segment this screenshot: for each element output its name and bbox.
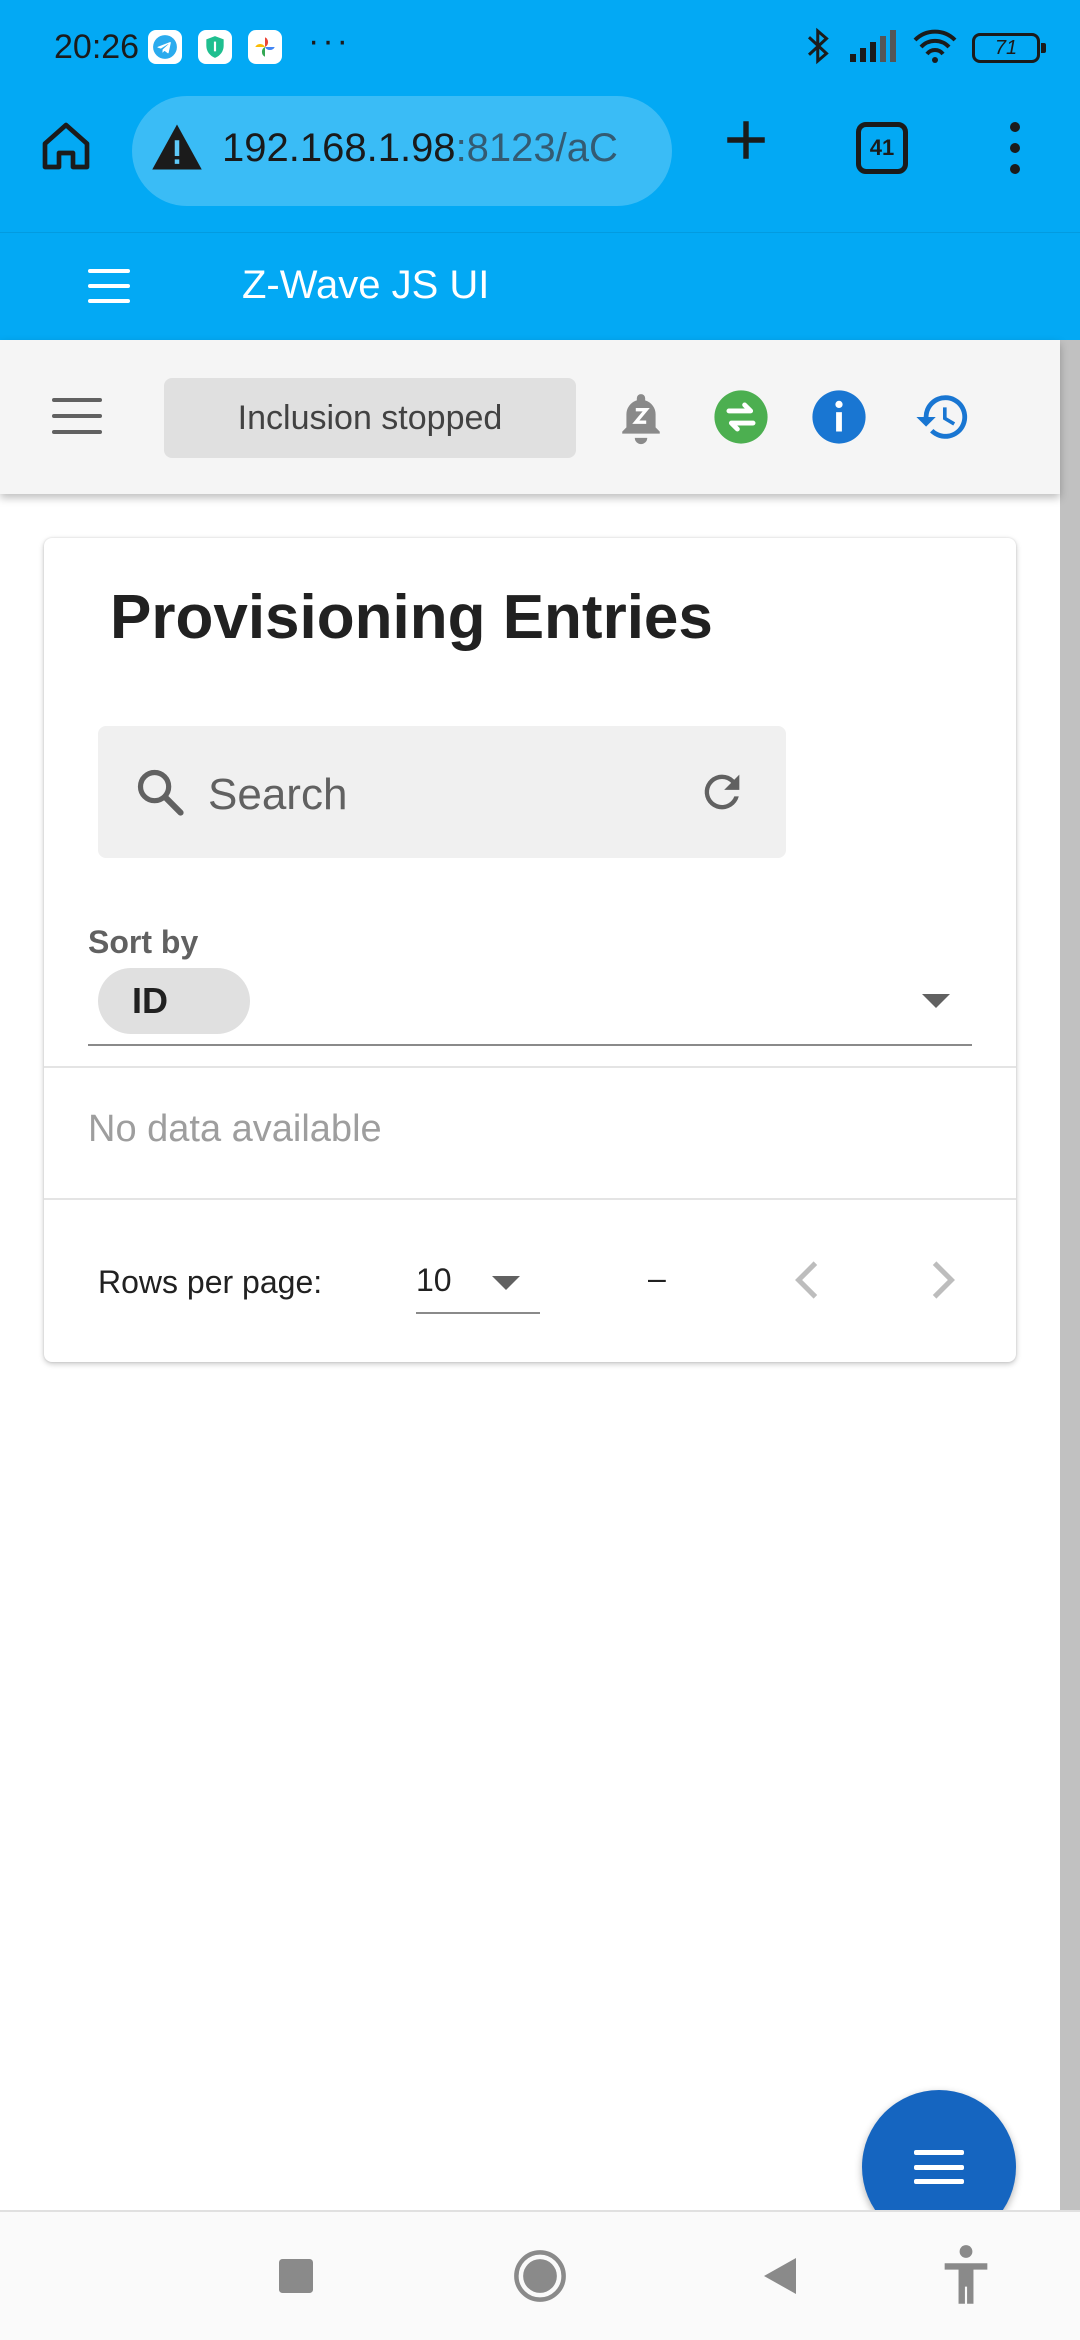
plus-icon[interactable] <box>716 110 776 170</box>
status-time: 20:26 <box>54 28 140 66</box>
chevron-down-icon[interactable] <box>492 1276 520 1290</box>
divider <box>44 1198 1016 1200</box>
sort-by-select[interactable]: ID <box>88 968 972 1046</box>
tabs-icon[interactable]: 41 <box>856 122 908 174</box>
more-vert-icon[interactable] <box>1000 116 1030 180</box>
more-dots-icon: ··· <box>308 22 351 60</box>
divider <box>44 1066 1016 1068</box>
search-input[interactable]: Search <box>98 726 786 858</box>
browser-toolbar: 192.168.1.98:8123/aC 41 <box>0 96 1080 232</box>
wifi-icon <box>912 28 958 69</box>
bluetooth-icon <box>804 26 834 71</box>
accessibility-icon[interactable] <box>934 2244 998 2308</box>
shield-app-icon <box>198 30 232 64</box>
url-path: :8123/aC <box>455 126 618 170</box>
menu-icon[interactable] <box>88 269 130 303</box>
search-icon <box>134 766 186 823</box>
home-icon[interactable] <box>36 116 96 176</box>
swap-icon[interactable] <box>712 388 770 446</box>
next-page-button[interactable] <box>918 1250 968 1310</box>
menu-icon[interactable] <box>52 398 102 434</box>
back-icon[interactable] <box>748 2244 812 2308</box>
page-title: Provisioning Entries <box>110 583 713 652</box>
app-bar: Z-Wave JS UI <box>0 232 1080 340</box>
search-placeholder: Search <box>208 770 348 819</box>
rows-per-page-select[interactable]: 10 <box>416 1248 540 1314</box>
rows-per-page-value: 10 <box>416 1262 452 1298</box>
url-host: 192.168.1.98 <box>222 126 456 170</box>
prev-page-button[interactable] <box>782 1250 832 1310</box>
browser-chrome: 20:26 ··· 71 192.168.1.98:8123/aC 41 <box>0 0 1080 232</box>
home-circle-icon[interactable] <box>508 2244 572 2308</box>
menu-icon <box>914 2150 964 2184</box>
url-text[interactable]: 192.168.1.98:8123/aC <box>222 126 662 171</box>
info-icon[interactable] <box>810 388 868 446</box>
inclusion-status-chip[interactable]: Inclusion stopped <box>164 378 576 458</box>
pinwheel-app-icon <box>248 30 282 64</box>
recents-icon[interactable] <box>264 2244 328 2308</box>
page-range: – <box>648 1260 666 1296</box>
bell-z-icon[interactable] <box>612 388 670 446</box>
empty-state-text: No data available <box>88 1108 382 1150</box>
provisioning-card: Provisioning Entries Search Sort by ID N… <box>44 538 1016 1362</box>
chevron-down-icon[interactable] <box>922 994 950 1008</box>
history-icon[interactable] <box>914 388 972 446</box>
signal-icon <box>848 28 898 69</box>
system-nav-bar <box>0 2210 1080 2340</box>
app-title: Z-Wave JS UI <box>242 263 490 307</box>
url-bar[interactable]: 192.168.1.98:8123/aC <box>132 96 672 206</box>
status-indicators: 71 <box>804 26 1046 71</box>
sort-chip[interactable]: ID <box>98 968 250 1034</box>
refresh-icon[interactable] <box>696 766 748 823</box>
sort-by-label: Sort by <box>88 924 199 960</box>
warning-icon[interactable] <box>150 122 204 177</box>
zwave-toolbar: Inclusion stopped <box>0 340 1060 494</box>
rows-per-page-label: Rows per page: <box>98 1264 323 1300</box>
page-scrollbar[interactable] <box>1060 340 1080 2210</box>
telegram-icon <box>148 30 182 64</box>
battery-icon: 71 <box>972 33 1046 63</box>
status-bar: 20:26 ··· 71 <box>0 0 1080 96</box>
